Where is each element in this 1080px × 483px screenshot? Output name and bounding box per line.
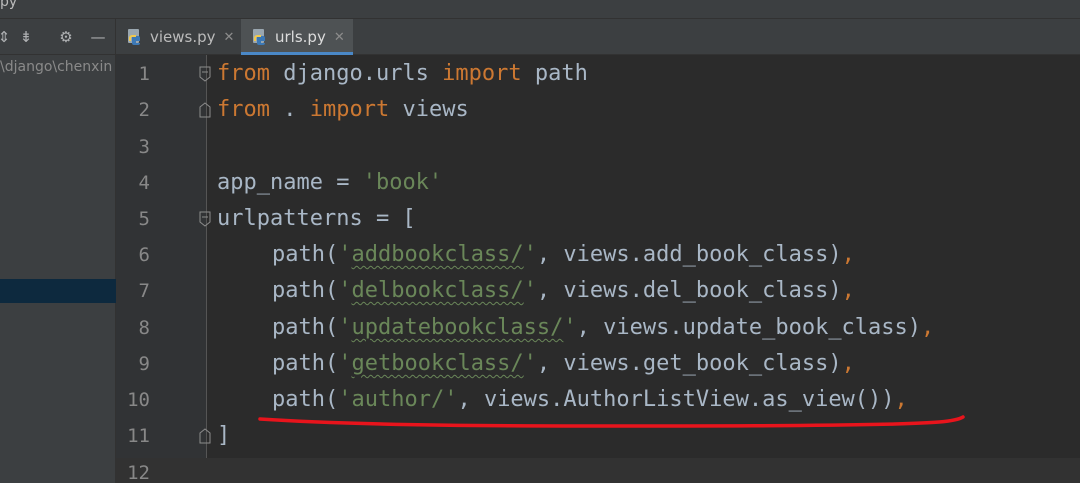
fold-marker-icon[interactable]	[198, 102, 212, 118]
fold-marker-icon[interactable]	[198, 66, 212, 82]
keyword: from	[217, 61, 270, 86]
line-number: 8	[138, 317, 150, 339]
comma: ,	[894, 387, 908, 412]
code-text: path(	[272, 387, 339, 412]
code-line-8: path('updatebookclass/', views.update_bo…	[272, 310, 934, 346]
line-number: 6	[138, 244, 150, 266]
string-literal: 'author/'	[338, 387, 458, 412]
string-literal: getbookclass/	[351, 351, 524, 376]
project-toolbar: ⇕ ⇟ ⚙ —	[0, 19, 116, 55]
code-text: app_name =	[217, 170, 363, 195]
code-text: , views.del_book_class)	[536, 278, 842, 303]
tab-label: urls.py	[275, 28, 326, 46]
string-quote: '	[338, 278, 352, 303]
string-quote: '	[563, 315, 577, 340]
code-text: django.urls	[269, 61, 443, 86]
string-quote: '	[523, 278, 537, 303]
fold-marker-icon[interactable]	[198, 428, 212, 444]
string-quote: '	[338, 351, 352, 376]
selected-tree-item[interactable]	[0, 279, 116, 303]
keyword: import	[309, 97, 390, 122]
string-quote: '	[338, 242, 352, 267]
string-literal: addbookclass/	[351, 242, 524, 267]
line-number: 3	[138, 136, 150, 158]
string-literal: 'book'	[362, 170, 443, 195]
python-file-icon	[126, 28, 144, 46]
code-text: path	[521, 61, 588, 86]
project-path[interactable]: \django\chenxin	[0, 59, 112, 75]
line-number: 2	[138, 99, 150, 121]
collapse-icon[interactable]: ⇟	[16, 27, 36, 47]
code-text: ]	[217, 423, 231, 448]
string-quote: '	[523, 242, 537, 267]
tab-views-py[interactable]: views.py ✕	[116, 19, 238, 55]
code-line-9: path('getbookclass/', views.get_book_cla…	[272, 346, 855, 382]
keyword: from	[217, 97, 270, 122]
code-line-10: path('author/', views.AuthorListView.as_…	[272, 382, 908, 418]
string-literal: delbookclass/	[351, 278, 524, 303]
project-panel: ⇕ ⇟ ⚙ — \django\chenxin	[0, 19, 116, 483]
code-line-2: from . import views	[217, 92, 469, 128]
line-number: 10	[127, 389, 150, 411]
editor-tabs: views.py ✕ urls.py ✕	[116, 19, 1080, 55]
line-number: 7	[138, 280, 150, 302]
title-bar: py	[0, 0, 1080, 19]
fold-marker-icon[interactable]	[198, 211, 212, 227]
comma: ,	[841, 242, 855, 267]
comma: ,	[921, 315, 935, 340]
code-line-11: ]	[217, 418, 230, 454]
string-quote: '	[523, 351, 537, 376]
code-text: path(	[272, 278, 339, 303]
tab-label: views.py	[150, 28, 216, 46]
close-icon[interactable]: ✕	[334, 30, 345, 45]
code-text: , views.AuthorListView.as_view())	[457, 387, 895, 412]
settings-icon[interactable]: ⚙	[56, 27, 76, 47]
expand-icon[interactable]: ⇕	[0, 27, 14, 47]
hide-icon[interactable]: —	[88, 27, 108, 47]
code-line-6: path('addbookclass/', views.add_book_cla…	[272, 237, 855, 273]
current-line-highlight	[116, 458, 1080, 483]
line-number: 12	[127, 462, 150, 483]
code-line-4: app_name = 'book'	[217, 165, 442, 201]
line-number: 1	[138, 63, 150, 85]
tab-urls-py[interactable]: urls.py ✕	[241, 19, 353, 55]
code-text: path(	[272, 242, 339, 267]
line-number: 9	[138, 353, 150, 375]
code-line-5: urlpatterns = [	[217, 201, 416, 237]
code-text: path(	[272, 315, 339, 340]
code-text: , views.add_book_class)	[536, 242, 842, 267]
string-literal: updatebookclass/	[351, 315, 564, 340]
code-text: , views.update_book_class)	[576, 315, 922, 340]
keyword: import	[442, 61, 522, 86]
comma: ,	[841, 278, 855, 303]
code-text: , views.get_book_class)	[536, 351, 842, 376]
code-text: views	[389, 97, 469, 122]
string-quote: '	[338, 315, 352, 340]
line-number: 11	[127, 425, 150, 447]
code-line-7: path('delbookclass/', views.del_book_cla…	[272, 273, 855, 309]
comma: ,	[841, 351, 855, 376]
code-text: path(	[272, 351, 339, 376]
code-line-1: from django.urls import path	[217, 56, 588, 92]
window-title: py	[0, 0, 18, 10]
code-text: urlpatterns = [	[217, 206, 416, 231]
close-icon[interactable]: ✕	[224, 30, 235, 45]
line-number: 5	[138, 208, 150, 230]
python-file-icon	[251, 28, 269, 46]
line-number: 4	[138, 172, 150, 194]
code-text: .	[269, 97, 310, 122]
